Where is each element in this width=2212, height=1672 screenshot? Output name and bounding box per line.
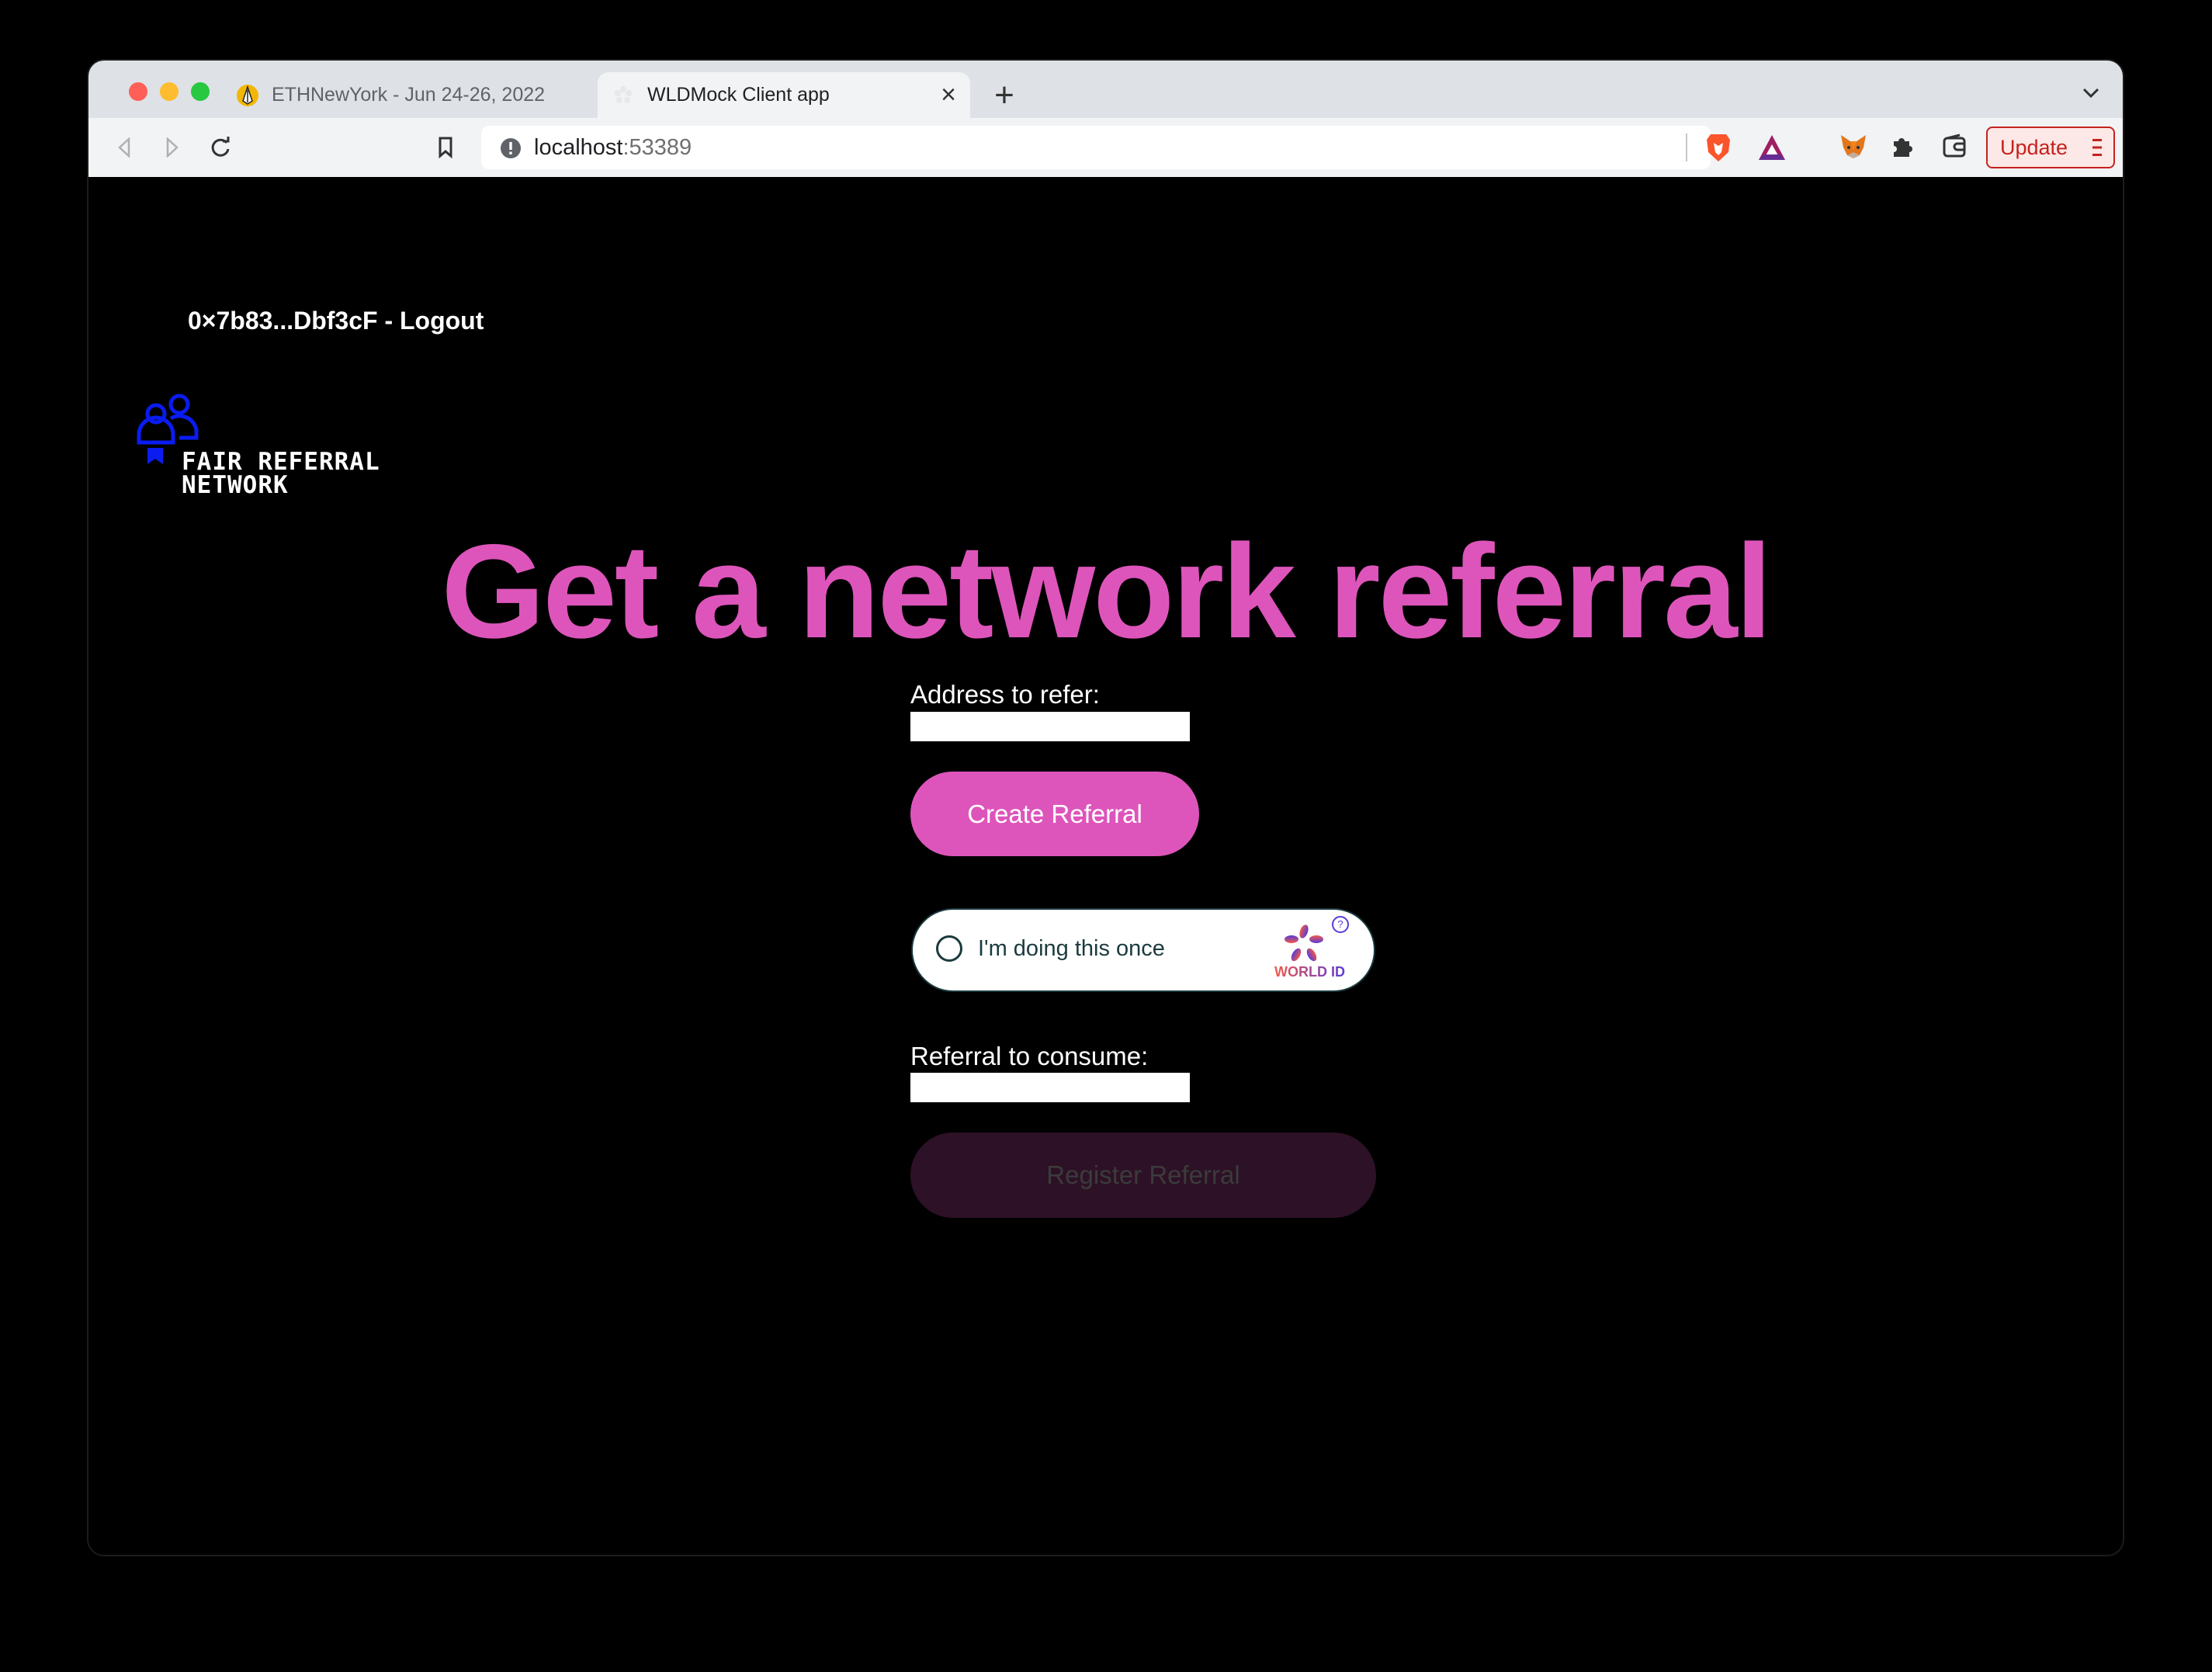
metamask-fox-icon[interactable] [1839,134,1867,160]
update-button[interactable]: Update [1986,127,2115,168]
minimize-window-button[interactable] [160,82,179,101]
url-port: :53389 [622,135,692,160]
account-logout-link[interactable]: 0×7b83...Dbf3cF - Logout [188,307,484,335]
referral-to-consume-label: Referral to consume: [910,1042,1149,1070]
browser-window: ETHNewYork - Jun 24-26, 2022 WLDMock Cli… [87,59,2124,1556]
brave-rewards-icon[interactable] [1757,134,1787,161]
create-referral-button[interactable]: Create Referral [910,772,1199,856]
page-title: Get a network referral [441,517,1772,666]
brave-shields-icon[interactable] [1704,132,1732,163]
tab-strip: ETHNewYork - Jun 24-26, 2022 WLDMock Cli… [88,61,2123,118]
wallet-icon[interactable] [1942,134,1968,160]
omnibox-divider [1686,134,1687,161]
reload-button[interactable] [205,132,236,163]
browser-toolbar: localhost:53389 Update [88,118,2123,178]
new-tab-button[interactable]: + [989,76,1020,115]
page-content: 0×7b83...Dbf3cF - Logout FAIR REFERRAL N… [88,177,2123,1555]
info-warning-icon[interactable] [500,137,522,159]
address-to-refer-label: Address to refer: [910,680,1100,709]
ethnewyork-favicon [237,84,258,106]
reload-icon [211,137,230,157]
back-arrow-icon [118,137,130,158]
update-label: Update [2000,135,2068,159]
tab-wldmock[interactable]: WLDMock Client app × [598,72,970,118]
register-referral-button[interactable]: Register Referral [910,1133,1376,1218]
tab-label: WLDMock Client app [647,84,830,106]
extensions-puzzle-icon[interactable] [1889,134,1916,160]
maximize-window-button[interactable] [191,82,210,101]
url-text[interactable]: localhost:53389 [534,135,692,161]
logo-line-1: FAIR REFERRAL [182,448,380,476]
tab-list-button[interactable] [2075,78,2106,109]
chevron-down-icon [2082,88,2099,99]
logo-text: FAIR REFERRAL NETWORK [182,448,380,499]
worldcoin-favicon [615,85,632,103]
menu-icon [2092,139,2102,156]
bookmark-button[interactable] [430,132,461,163]
tab-label: ETHNewYork - Jun 24-26, 2022 [272,84,546,106]
forward-button[interactable] [157,132,188,163]
world-id-brand: WORLD ID [1274,964,1345,980]
forward-arrow-icon [166,137,179,158]
close-window-button[interactable] [129,82,147,101]
tab-ethnewyork[interactable]: ETHNewYork - Jun 24-26, 2022 [236,72,593,118]
address-bar[interactable]: localhost:53389 [481,126,1785,169]
world-id-logo-icon [1285,924,1323,962]
url-host: localhost [534,135,623,160]
back-button[interactable] [109,132,140,163]
logo-line-2: NETWORK [182,471,289,499]
close-tab-icon[interactable]: × [941,80,956,110]
world-id-widget[interactable]: I'm doing this once WORLD ID ? [911,908,1375,992]
world-id-checkbox[interactable] [936,935,962,962]
referral-to-consume-input[interactable] [910,1073,1190,1102]
address-to-refer-input[interactable] [910,712,1190,741]
bookmark-icon [439,137,452,158]
world-id-label: I'm doing this once [978,936,1165,961]
help-icon[interactable]: ? [1332,916,1349,933]
